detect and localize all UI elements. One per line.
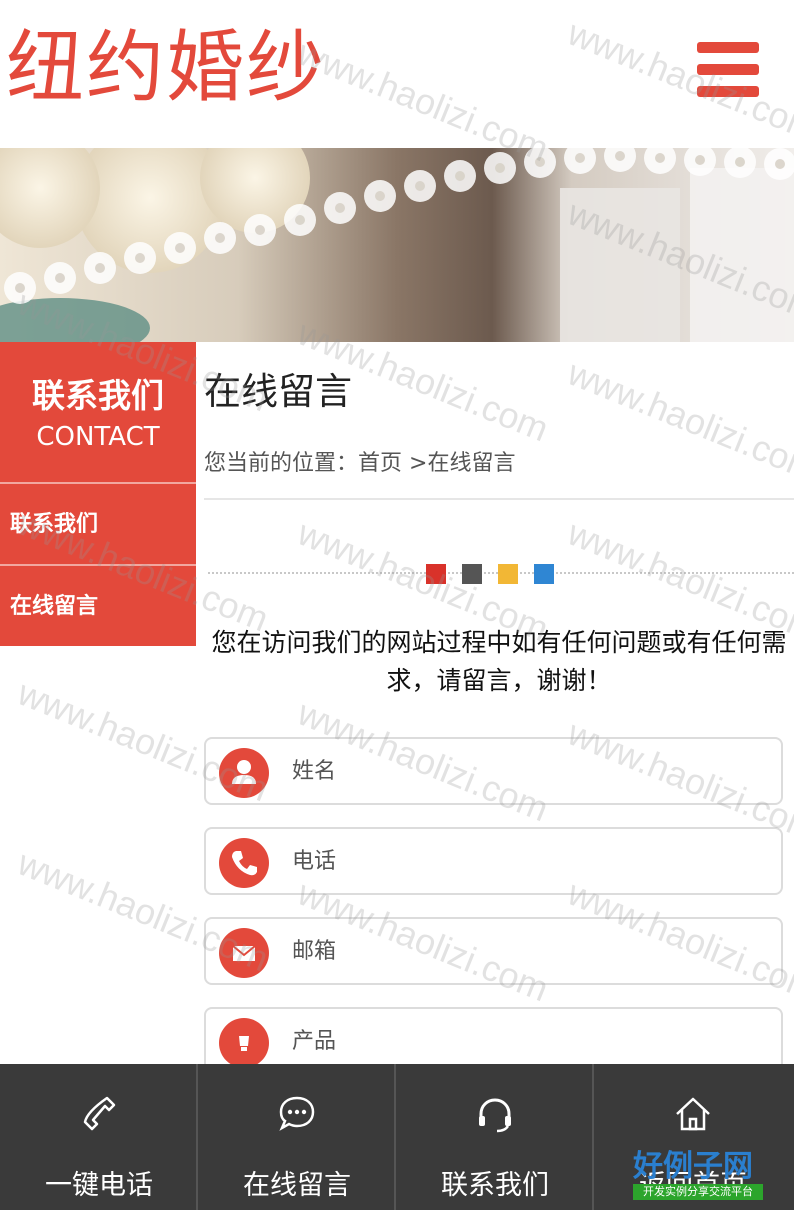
site-header: 纽约婚纱: [0, 0, 794, 148]
lace-flower-illustration: [0, 148, 794, 342]
divider-square: [498, 564, 518, 584]
email-field-placeholder: 邮箱: [292, 939, 337, 964]
sidebar-subtitle: CONTACT: [36, 422, 160, 452]
sidebar: 联系我们 CONTACT 联系我们 在线留言: [0, 342, 196, 646]
corner-logo-title: 好例子网: [633, 1149, 753, 1184]
breadcrumb-home-link[interactable]: 首页: [358, 451, 402, 476]
home-icon: [676, 1097, 710, 1131]
phone-field[interactable]: 电话: [204, 827, 783, 895]
menu-bar: [697, 42, 759, 53]
breadcrumb-current[interactable]: 在线留言: [427, 451, 515, 476]
email-field[interactable]: 邮箱: [204, 917, 783, 985]
sidebar-item-contact[interactable]: 联系我们: [0, 482, 196, 564]
page-title: 在线留言: [204, 370, 352, 413]
name-field-placeholder: 姓名: [292, 759, 337, 784]
banner-image: [0, 148, 794, 342]
breadcrumb-separator: >: [402, 451, 428, 476]
phone-field-placeholder: 电话: [292, 849, 337, 874]
bottom-nav-call[interactable]: 一键电话: [0, 1064, 198, 1210]
mail-icon: [219, 928, 269, 978]
headset-icon: [479, 1098, 511, 1133]
menu-bar: [697, 86, 759, 97]
phone-icon: [219, 838, 269, 888]
divider-square: [534, 564, 554, 584]
main-content: 在线留言 您当前的位置：首页 >在线留言 您在访问我们的网站过程中如有任何问题或…: [204, 342, 794, 1075]
sidebar-item-message[interactable]: 在线留言: [0, 564, 196, 646]
breadcrumb-prefix: 您当前的位置：: [204, 451, 359, 476]
bottom-nav-label: 在线留言: [243, 1170, 351, 1201]
person-icon: [219, 748, 269, 798]
bottom-nav-label: 一键电话: [45, 1170, 153, 1201]
chat-bubble-icon: [279, 1096, 315, 1131]
phone-handset-icon: [83, 1096, 116, 1131]
bottom-nav-message[interactable]: 在线留言: [198, 1064, 396, 1210]
site-logo[interactable]: 纽约婚纱: [6, 18, 326, 118]
bottom-nav-label: 联系我们: [441, 1170, 549, 1201]
corner-logo-tagline: 开发实例分享交流平台: [633, 1184, 763, 1200]
product-icon: [219, 1018, 269, 1068]
name-field[interactable]: 姓名: [204, 737, 783, 805]
bottom-nav-contact[interactable]: 联系我们: [396, 1064, 594, 1210]
breadcrumb: 您当前的位置：首页 >在线留言: [204, 442, 794, 500]
corner-brand-logo: 好例子网 开发实例分享交流平台: [633, 1150, 763, 1200]
sidebar-title: 联系我们: [32, 376, 164, 415]
divider-square: [426, 564, 446, 584]
divider-square: [462, 564, 482, 584]
menu-bar: [697, 64, 759, 75]
hamburger-menu-icon[interactable]: [697, 42, 759, 98]
sidebar-header: 联系我们 CONTACT: [0, 342, 196, 482]
intro-text: 您在访问我们的网站过程中如有任何问题或有任何需求，请留言，谢谢！: [211, 628, 787, 695]
